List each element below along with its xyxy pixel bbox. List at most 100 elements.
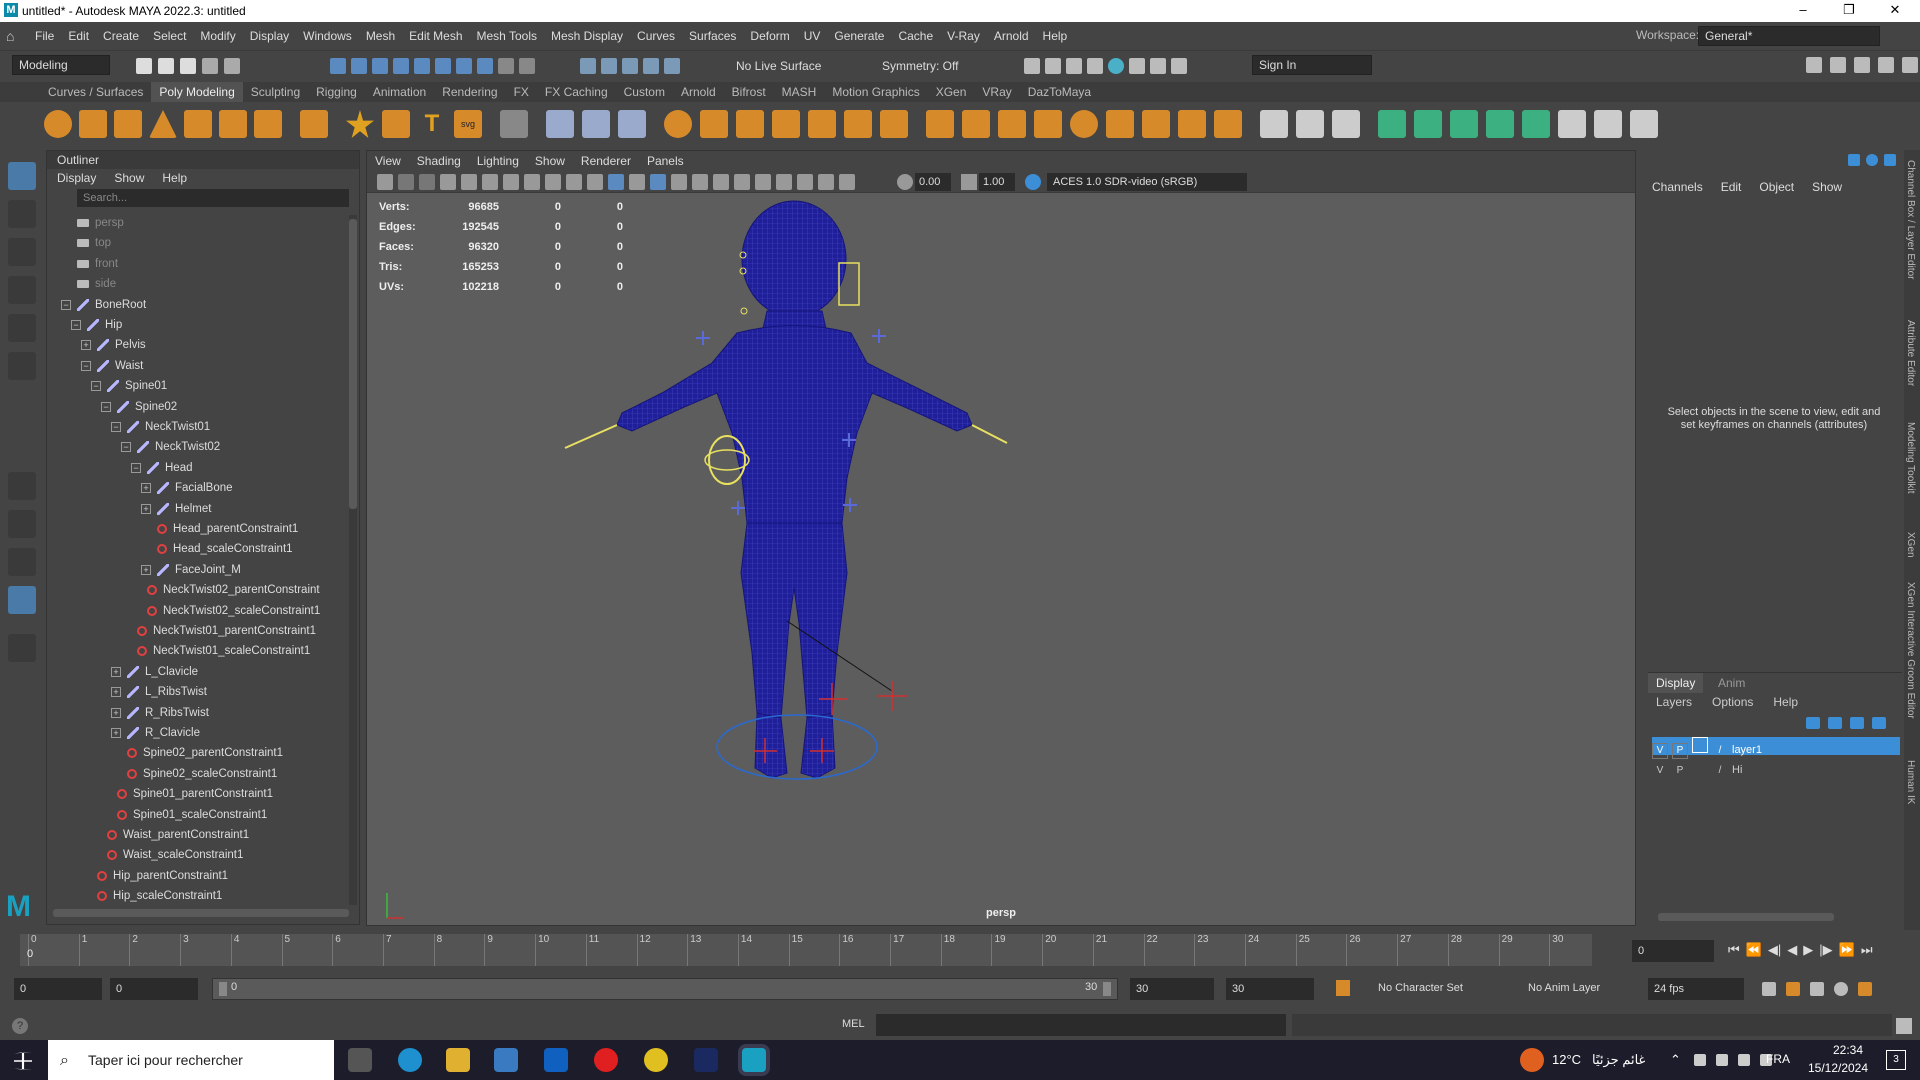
sound-icon[interactable]: [1810, 982, 1824, 996]
expand-toggle[interactable]: +: [111, 727, 121, 738]
persp-outliner-layout-icon[interactable]: [8, 548, 36, 576]
bridge-icon[interactable]: [962, 110, 990, 138]
play-backward-icon[interactable]: ◀: [1787, 942, 1797, 958]
range-end-handle[interactable]: [1103, 982, 1111, 996]
gate-mask-icon[interactable]: [545, 174, 561, 190]
xray-icon[interactable]: [818, 174, 834, 190]
shadows-icon[interactable]: [713, 174, 729, 190]
layers-menu[interactable]: Layers: [1656, 693, 1692, 711]
menu-item[interactable]: Generate: [827, 29, 891, 43]
expand-toggle[interactable]: +: [111, 707, 121, 718]
menu-item[interactable]: File: [28, 29, 61, 43]
save-scene-icon[interactable]: [180, 58, 196, 74]
resolution-gate-icon[interactable]: [524, 174, 540, 190]
language-indicator[interactable]: FRA: [1766, 1052, 1790, 1066]
poly-cube-icon[interactable]: [79, 110, 107, 138]
menu-item[interactable]: Deform: [743, 29, 796, 43]
select-by-object-icon[interactable]: [351, 58, 367, 74]
weather-text[interactable]: غائم جزئيًا: [1592, 1052, 1645, 1068]
outliner-item[interactable]: Hip_parentConstraint1: [81, 866, 228, 886]
playback-end-field[interactable]: 30: [1130, 978, 1214, 1000]
wedge-icon[interactable]: [1142, 110, 1170, 138]
go-to-start-icon[interactable]: ⏮: [1728, 942, 1740, 958]
expand-toggle[interactable]: [81, 891, 91, 901]
expand-toggle[interactable]: [121, 646, 131, 656]
tool-settings-icon[interactable]: [1854, 57, 1870, 73]
channel-box-icon[interactable]: [1878, 57, 1894, 73]
expand-toggle[interactable]: [101, 810, 111, 820]
highlight-icon[interactable]: [519, 58, 535, 74]
maya-taskbar-icon[interactable]: [742, 1048, 766, 1072]
loop-icon[interactable]: [1762, 982, 1776, 996]
ipr-render-icon[interactable]: [1066, 58, 1082, 74]
lock-icon[interactable]: [498, 58, 514, 74]
sign-in-dropdown[interactable]: Sign In: [1252, 55, 1372, 75]
shelf-tab[interactable]: Rendering: [434, 82, 505, 102]
shelf-tab[interactable]: XGen: [928, 82, 975, 102]
side-tab-xgen[interactable]: XGen: [1905, 532, 1916, 558]
mask-joints-icon[interactable]: [393, 58, 409, 74]
checker-map-icon[interactable]: [1558, 110, 1586, 138]
mel-label[interactable]: MEL: [842, 1018, 865, 1030]
tray-chevron-icon[interactable]: ⌃: [1670, 1052, 1681, 1068]
outliner-item[interactable]: NeckTwist01_parentConstraint1: [121, 621, 316, 641]
select-tool-icon[interactable]: [8, 162, 36, 190]
viewport-menu-item[interactable]: Panels: [639, 154, 692, 168]
paint-select-tool-icon[interactable]: [8, 238, 36, 266]
light-editor-icon[interactable]: [1150, 58, 1166, 74]
expand-toggle[interactable]: [81, 871, 91, 881]
attribute-editor-icon[interactable]: [1830, 57, 1846, 73]
outliner-item[interactable]: + FaceJoint_M: [141, 560, 241, 580]
outliner-item[interactable]: side: [61, 274, 116, 294]
expand-toggle[interactable]: [61, 238, 71, 248]
grease-pencil-icon[interactable]: [461, 174, 477, 190]
view-transform-dropdown[interactable]: ACES 1.0 SDR-video (sRGB): [1047, 173, 1247, 191]
expand-toggle[interactable]: +: [141, 564, 151, 575]
textured-icon[interactable]: [671, 174, 687, 190]
planar-map-icon[interactable]: [1414, 110, 1442, 138]
select-shelf-icon[interactable]: [500, 110, 528, 138]
time-ruler[interactable]: 0 1 2 3 4 5 6 7 8 9 10 11 12 13 14 15 16 17 18 19 20 21 22 23 24…: [20, 934, 1592, 966]
maximize-button[interactable]: ❐: [1826, 0, 1872, 22]
shelf-tab[interactable]: Rigging: [308, 82, 365, 102]
mirror-icon[interactable]: [736, 110, 764, 138]
menu-item[interactable]: Edit Mesh: [402, 29, 469, 43]
shelf-tab[interactable]: Bifrost: [724, 82, 774, 102]
step-forward-key-icon[interactable]: ⏩: [1839, 942, 1855, 958]
image-plane-icon[interactable]: [419, 174, 435, 190]
outliner-item[interactable]: − Spine02: [101, 397, 177, 417]
expand-toggle[interactable]: [61, 218, 71, 228]
shelf-tab[interactable]: FX Caching: [537, 82, 616, 102]
outliner-item[interactable]: − Waist: [81, 356, 143, 376]
poly-plane-icon[interactable]: [219, 110, 247, 138]
expand-toggle[interactable]: [111, 769, 121, 779]
edge-icon[interactable]: [398, 1048, 422, 1072]
shelf-tab[interactable]: VRay: [974, 82, 1019, 102]
outliner-item[interactable]: + FacialBone: [141, 478, 233, 498]
step-forward-frame-icon[interactable]: |▶: [1819, 942, 1832, 958]
color-management-icon[interactable]: [1025, 174, 1041, 190]
move-tool-icon[interactable]: [8, 276, 36, 304]
xray-joints-icon[interactable]: [839, 174, 855, 190]
outliner-item[interactable]: Spine02_scaleConstraint1: [111, 764, 277, 784]
weather-icon[interactable]: [1520, 1048, 1544, 1072]
append-polygon-icon[interactable]: [1034, 110, 1062, 138]
clock-date[interactable]: 15/12/2024: [1800, 1061, 1876, 1075]
type-icon[interactable]: T: [418, 110, 446, 138]
task-view-icon[interactable]: [348, 1048, 372, 1072]
outliner-item[interactable]: + Helmet: [141, 499, 211, 519]
outliner-item[interactable]: Spine01_parentConstraint1: [101, 784, 273, 804]
shelf-tab[interactable]: Poly Modeling: [151, 82, 243, 102]
layer-name[interactable]: layer1: [1732, 744, 1762, 756]
range-bar[interactable]: 0 30: [212, 978, 1118, 1000]
menu-item[interactable]: Mesh Tools: [470, 29, 544, 43]
snap-curve-icon[interactable]: [601, 58, 617, 74]
expand-toggle[interactable]: −: [121, 442, 131, 453]
combine-icon[interactable]: [582, 110, 610, 138]
poly-torus-icon[interactable]: [184, 110, 212, 138]
character-mesh[interactable]: [616, 200, 973, 779]
character-set-dropdown[interactable]: No Character Set: [1378, 982, 1463, 994]
merge-icon[interactable]: [1214, 110, 1242, 138]
extract-icon[interactable]: [546, 110, 574, 138]
motion-blur-icon[interactable]: [755, 174, 771, 190]
